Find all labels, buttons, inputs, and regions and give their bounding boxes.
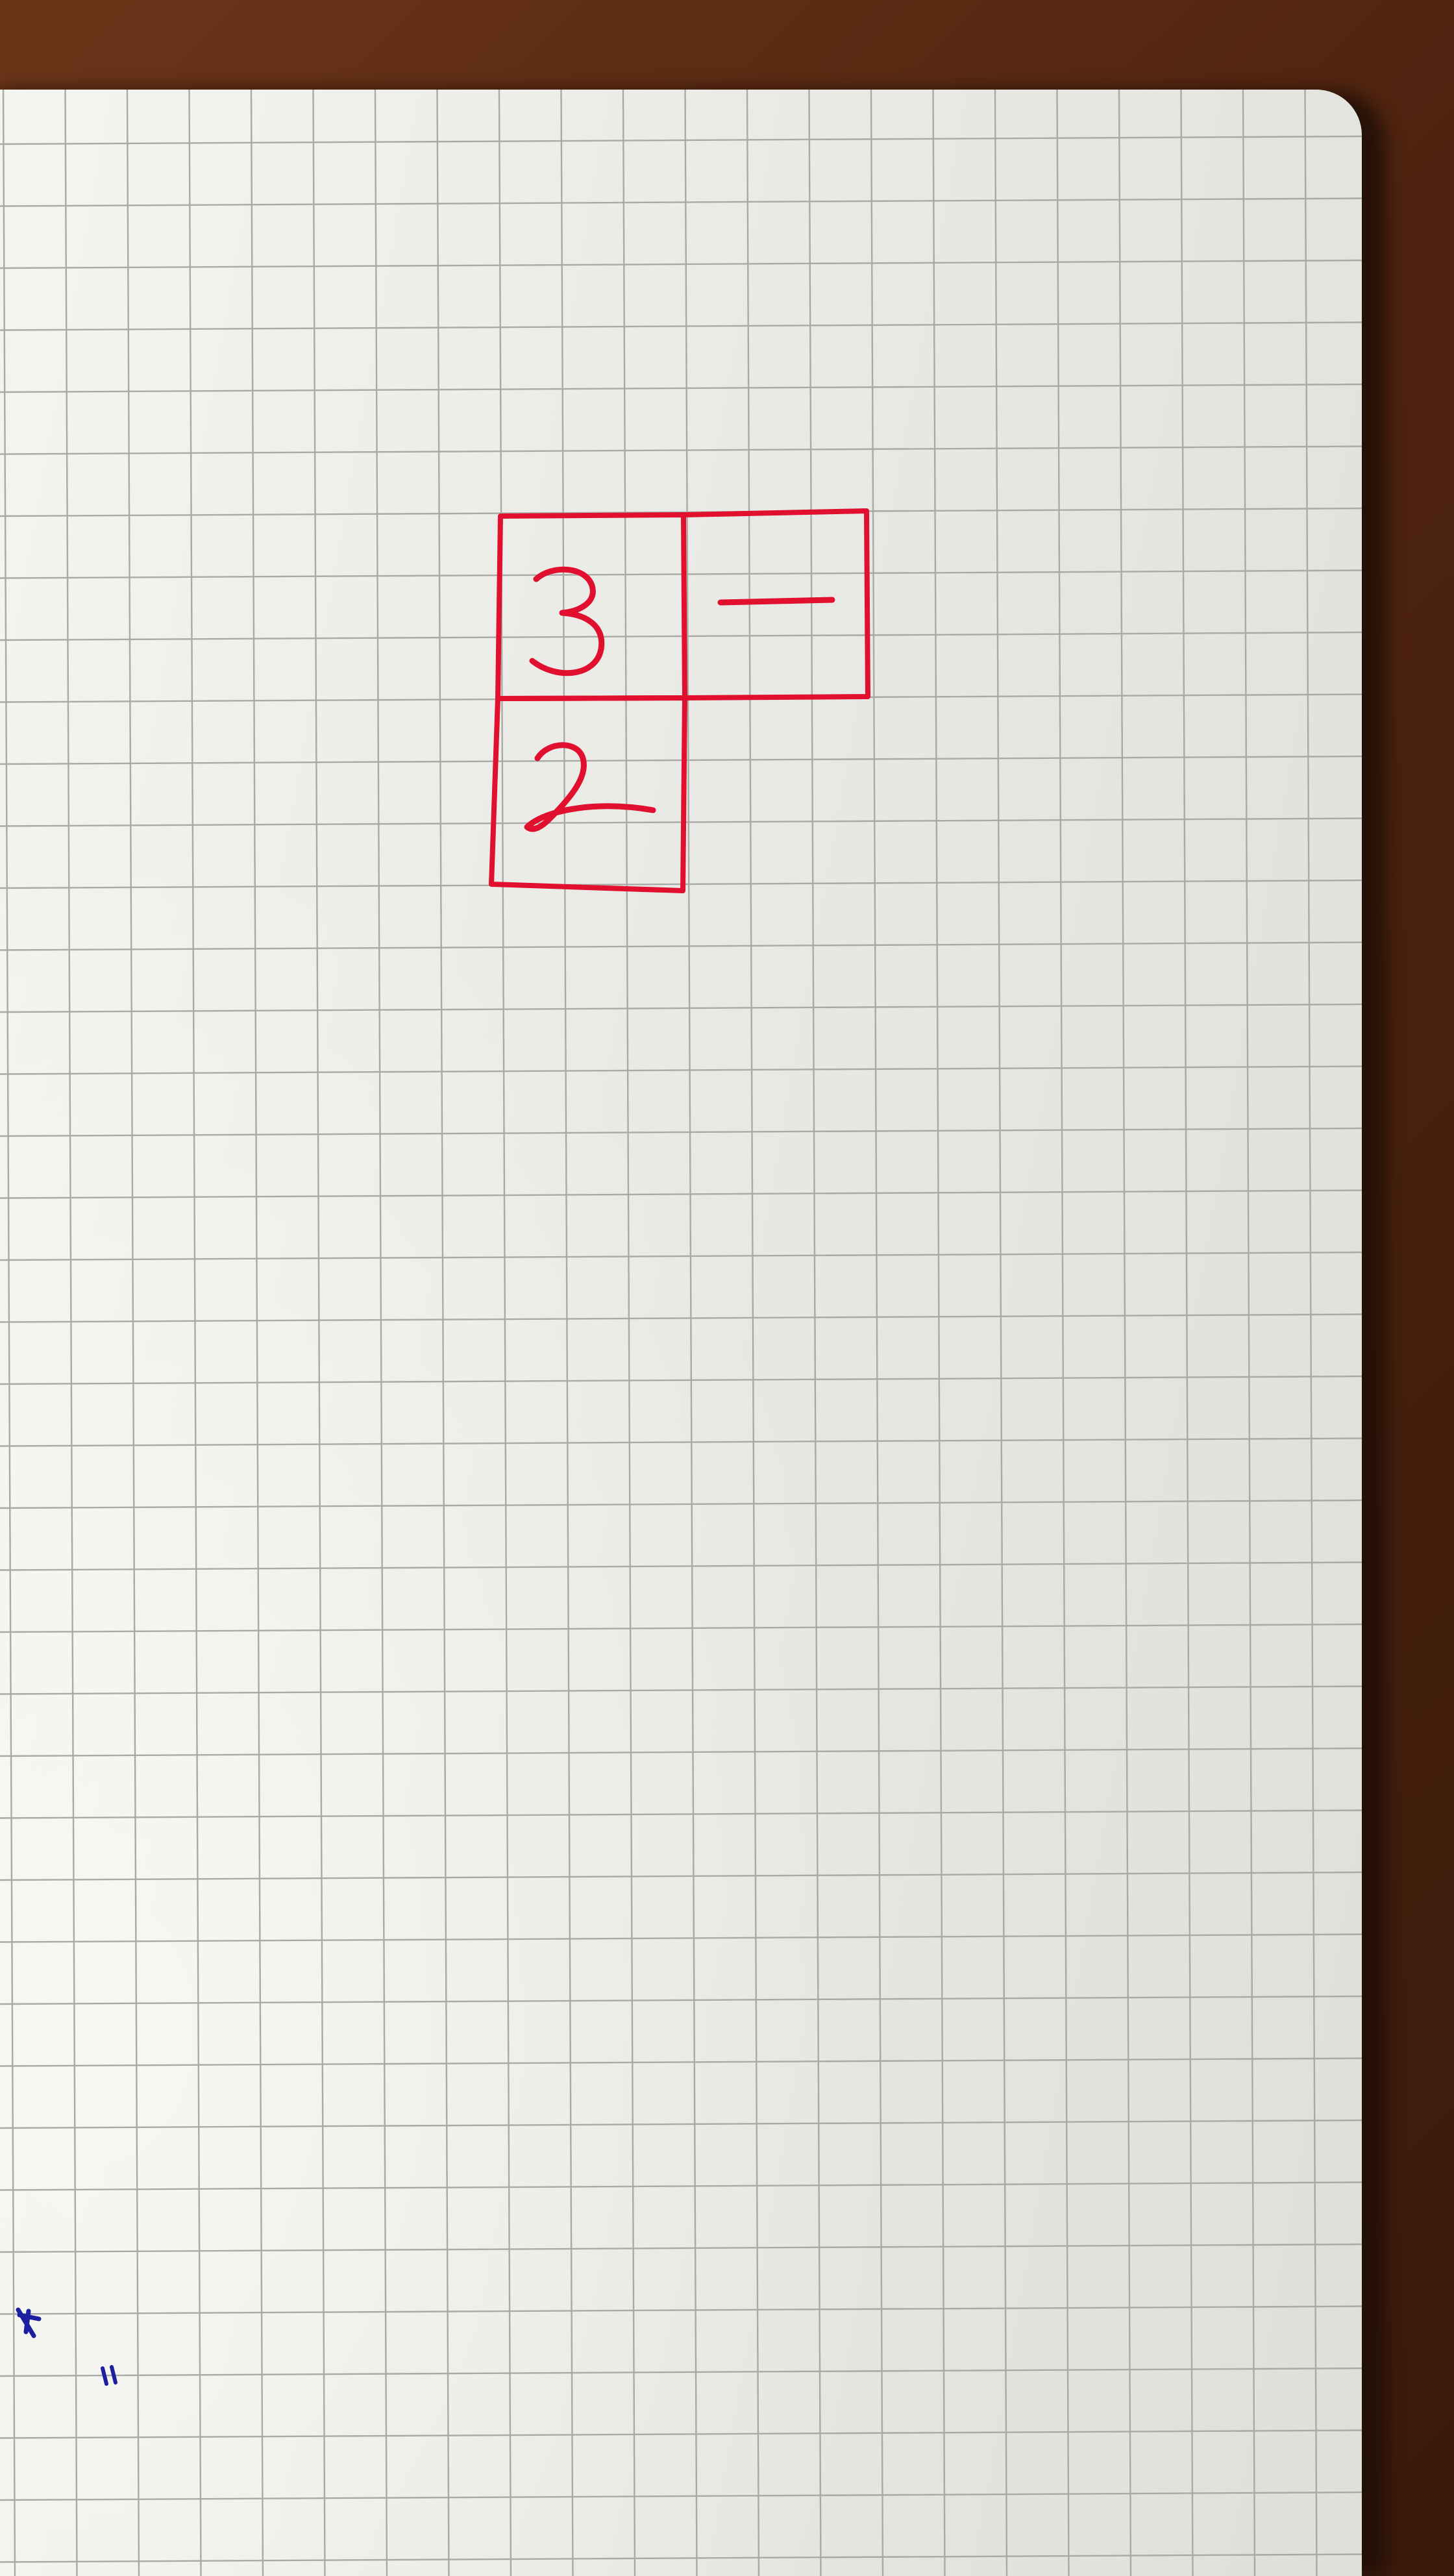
photo-scene: 3 1 2: [0, 0, 1454, 2576]
grid-line-vertical: [808, 90, 822, 2576]
grid-line-vertical: [1242, 90, 1256, 2576]
cell-2-outline: [489, 695, 687, 893]
grid-line-horizontal: [0, 1189, 1362, 1199]
grid-line-vertical: [126, 90, 140, 2576]
grid-line-horizontal: [0, 1251, 1362, 1261]
grid-line-horizontal: [0, 1003, 1362, 1013]
grid-line-horizontal: [0, 2243, 1362, 2253]
grid-line-horizontal: [0, 445, 1362, 455]
grid-line-vertical: [498, 90, 512, 2576]
grid-line-horizontal: [0, 1623, 1362, 1633]
grid-line-horizontal: [0, 1127, 1362, 1137]
grid-line-horizontal: [0, 1871, 1362, 1881]
grid-line-horizontal: [0, 2181, 1362, 2191]
grid-line-horizontal: [0, 259, 1362, 269]
blue-pen-marks: [16, 2307, 117, 2386]
grid-line-horizontal: [0, 1561, 1362, 1571]
grid-line-vertical: [1304, 90, 1318, 2576]
grid-line-horizontal: [0, 1933, 1362, 1943]
grid-line-horizontal: [0, 197, 1362, 207]
grid-line-vertical: [684, 90, 698, 2576]
grid-line-vertical: [1056, 90, 1070, 2576]
grid-line-vertical: [560, 90, 574, 2576]
grid-line-horizontal: [0, 2367, 1362, 2377]
grid-line-vertical: [250, 90, 264, 2576]
grid-line-horizontal: [0, 1313, 1362, 1323]
grid-line-vertical: [932, 90, 946, 2576]
grid-line-horizontal: [0, 1065, 1362, 1075]
grid-line-vertical: [870, 90, 884, 2576]
grid-line-horizontal: [0, 2119, 1362, 2129]
grid-line-horizontal: [0, 1995, 1362, 2005]
digit-3-stroke: [529, 566, 605, 676]
grid-line-horizontal: [0, 1375, 1362, 1385]
grid-line-horizontal: [0, 383, 1362, 393]
grid-line-vertical: [374, 90, 388, 2576]
cell-1-outline: [681, 508, 870, 700]
grid-line-vertical: [436, 90, 450, 2576]
grid-line-vertical: [188, 90, 202, 2576]
grid-line-horizontal: [0, 2057, 1362, 2067]
grid-line-horizontal: [0, 1809, 1362, 1819]
grid-line-vertical: [2, 90, 16, 2576]
grid-line-vertical: [622, 90, 636, 2576]
grid-line-horizontal: [0, 1747, 1362, 1757]
grid-line-horizontal: [0, 135, 1362, 145]
grid-line-horizontal: [0, 321, 1362, 331]
grid-line-vertical: [1180, 90, 1194, 2576]
grid-line-horizontal: [0, 2305, 1362, 2315]
grid-line-vertical: [1118, 90, 1132, 2576]
grid-line-horizontal: [0, 1499, 1362, 1509]
grid-line-vertical: [64, 90, 78, 2576]
grid-line-horizontal: [0, 2553, 1362, 2563]
grid-lines: [0, 90, 1379, 2576]
grid-line-vertical: [994, 90, 1008, 2576]
grid-line-horizontal: [0, 1437, 1362, 1447]
digit-1-stroke: [717, 597, 835, 606]
grid-line-vertical: [1367, 90, 1379, 2576]
grid-line-horizontal: [0, 2429, 1362, 2439]
grid-line-horizontal: [0, 2491, 1362, 2501]
grid-line-horizontal: [0, 1685, 1362, 1695]
paper-overlay: [0, 90, 1379, 2576]
grid-line-vertical: [312, 90, 326, 2576]
grid-line-horizontal: [0, 941, 1362, 951]
grid-line-horizontal: [0, 631, 1362, 641]
cell-3-outline: [495, 512, 687, 701]
grid-line-vertical: [746, 90, 760, 2576]
digit-2-stroke: [524, 742, 656, 832]
